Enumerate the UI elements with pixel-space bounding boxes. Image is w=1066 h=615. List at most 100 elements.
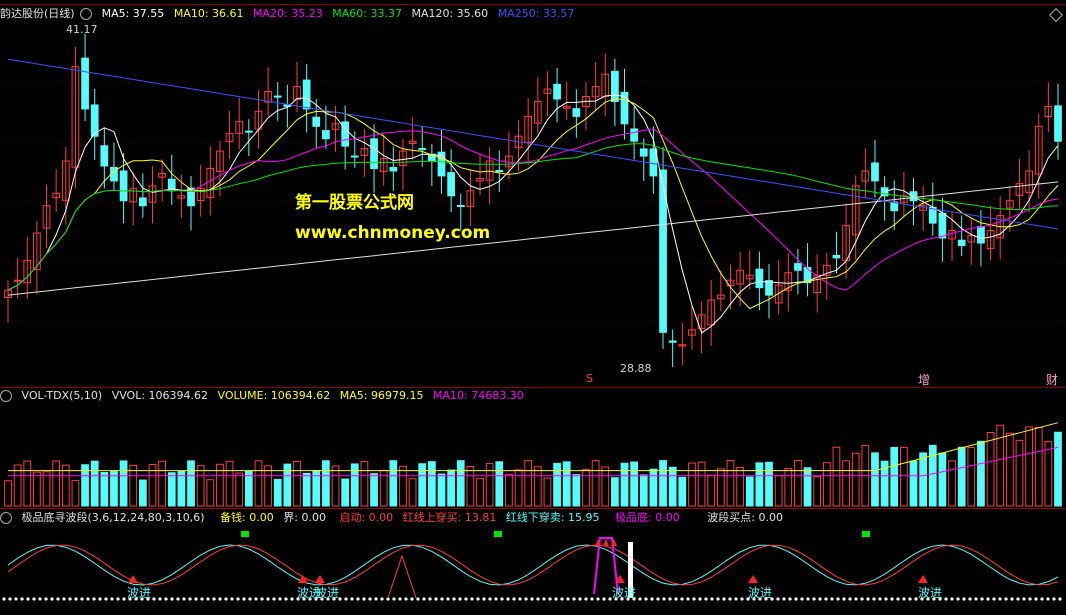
volume-bar xyxy=(71,479,80,507)
baseline-dot xyxy=(164,597,168,601)
volume-bar xyxy=(1025,426,1033,507)
baseline-dot xyxy=(956,597,960,601)
baseline-dot xyxy=(410,597,414,601)
baseline-dot xyxy=(800,597,804,601)
volume-bar xyxy=(167,472,176,507)
baseline-dot xyxy=(272,597,276,601)
baseline-dot xyxy=(890,597,894,601)
baseline-dot xyxy=(8,597,12,601)
baseline-dot xyxy=(674,597,678,601)
jipindi-label: 极品底: 0.00 xyxy=(615,511,680,524)
baseline-dot xyxy=(962,597,966,601)
volume-bar xyxy=(42,471,51,507)
baseline-dot xyxy=(974,597,978,601)
volume-bar xyxy=(803,467,812,507)
ma250-label: MA250: 33.57 xyxy=(497,7,575,20)
baseline-dot xyxy=(368,597,372,601)
volume-bar xyxy=(254,460,263,507)
volume-bar xyxy=(630,461,639,507)
candle-body xyxy=(630,128,639,142)
zeng-marker: 增 xyxy=(918,373,931,387)
volume-bar xyxy=(264,465,272,507)
settings-circle-icon[interactable] xyxy=(80,8,93,20)
candle-body xyxy=(832,254,841,259)
baseline-dot xyxy=(500,597,504,601)
baseline-dot xyxy=(740,597,744,601)
baseline-dot xyxy=(482,597,486,601)
volume-bar xyxy=(293,460,301,507)
baseline-dot xyxy=(122,597,126,601)
baseline-dot xyxy=(722,597,726,601)
baseline-dot xyxy=(230,597,234,601)
red-down-label: 红线下穿卖: 15.95 xyxy=(505,511,600,524)
baseline-dot xyxy=(596,597,600,601)
volume-bar xyxy=(822,462,831,507)
baseline-dot xyxy=(290,597,294,601)
indicator-cyan-line xyxy=(7,544,1059,586)
ind-title[interactable]: 极品底寻波段(3,6,12,24,80,3,10,6) xyxy=(22,511,205,524)
baseline-dot xyxy=(434,597,438,601)
volume-bar xyxy=(331,465,340,507)
volume-bar xyxy=(572,474,581,507)
baseline-dot xyxy=(524,597,528,601)
stock-title[interactable]: 韵达股份(日线) xyxy=(0,7,75,20)
candle-body xyxy=(495,170,504,173)
ind-header: 极品底寻波段(3,6,12,24,80,3,10,6) 备钱: 0.00 界: … xyxy=(0,510,789,526)
baseline-dot xyxy=(494,597,498,601)
baseline-dot xyxy=(728,597,732,601)
red-up-label: 红线上穿买: 13.81 xyxy=(402,511,497,524)
volume-bar xyxy=(466,466,475,507)
baseline-dot xyxy=(530,597,534,601)
cai-marker: 财 xyxy=(1046,373,1059,387)
baseline-dot xyxy=(782,597,786,601)
ind-settings-icon[interactable] xyxy=(0,512,12,524)
baseline-dot xyxy=(38,597,42,601)
ma20-label: MA20: 35.23 xyxy=(253,7,323,20)
watermark-url: www.chnmoney.com xyxy=(295,223,491,243)
volume-bar xyxy=(784,468,793,507)
volume-bar xyxy=(389,460,398,507)
buy-signal-3: 波进 xyxy=(315,586,340,600)
volume-bar xyxy=(427,461,436,507)
volume-bar xyxy=(794,460,802,507)
vol-settings-icon[interactable] xyxy=(0,390,12,402)
baseline-dot xyxy=(1046,597,1050,601)
baseline-dot xyxy=(578,597,582,601)
volume-bar xyxy=(919,452,928,507)
baseline-dot xyxy=(824,597,828,601)
candle-body xyxy=(389,166,398,172)
candle-body xyxy=(418,148,427,151)
baseline-dot xyxy=(590,597,594,601)
baseline-dot xyxy=(446,597,450,601)
baseline-dot xyxy=(398,597,402,601)
volume-bar xyxy=(890,446,899,507)
volume-bar xyxy=(900,446,908,507)
candle-body xyxy=(794,263,802,271)
baseline-dot xyxy=(458,597,462,601)
baseline-dot xyxy=(56,597,60,601)
candle-body xyxy=(977,226,985,244)
baseline-dot xyxy=(74,597,78,601)
baseline-dot xyxy=(656,597,660,601)
baseline-dot xyxy=(698,597,702,601)
candle-body xyxy=(572,108,581,117)
baseline-dot xyxy=(20,597,24,601)
baseline-dot xyxy=(1004,597,1008,601)
baseline-dot xyxy=(248,597,252,601)
volume-label: VOLUME: 106394.62 xyxy=(217,389,331,402)
baseline-dot xyxy=(176,597,180,601)
vol-title[interactable]: VOL-TDX(5,10) xyxy=(22,389,103,402)
volume-bar xyxy=(495,461,504,507)
volume-bar xyxy=(533,466,542,507)
vol-ma10-label: MA10: 74683.30 xyxy=(432,389,524,402)
volume-bar xyxy=(736,467,744,507)
baseline-dot xyxy=(44,597,48,601)
baseline-dot xyxy=(92,597,96,601)
baseline-dot xyxy=(572,597,576,601)
baseline-dot xyxy=(1022,597,1026,601)
baseline-dot xyxy=(236,597,240,601)
baseline-dot xyxy=(452,597,456,601)
baseline-dot xyxy=(968,597,972,601)
volume-bar xyxy=(813,476,822,507)
baseline-dot xyxy=(350,597,354,601)
